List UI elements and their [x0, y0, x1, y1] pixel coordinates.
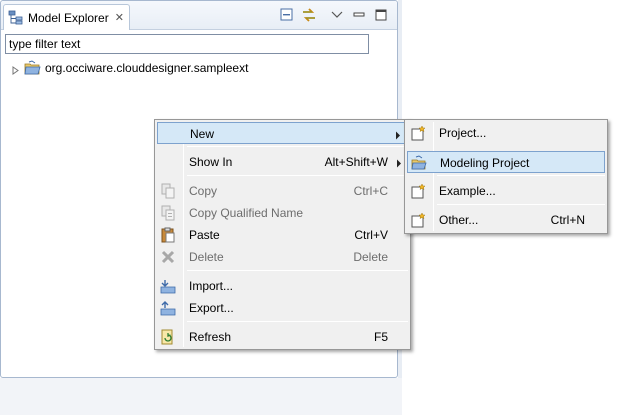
menu-item-label: Import... [189, 279, 234, 293]
menu-separator [187, 270, 408, 271]
menu-item-import[interactable]: Import... [157, 275, 408, 297]
menu-item-new[interactable]: New [157, 122, 408, 144]
menu-separator [187, 321, 408, 322]
menu-item-shortcut: Ctrl+V [354, 228, 388, 242]
new-submenu: Project... Modeling Project Example... O… [404, 119, 608, 234]
menu-item-show-in[interactable]: Show In Alt+Shift+W [157, 151, 408, 173]
menu-item-label: New [190, 127, 215, 141]
menu-item-modeling-project[interactable]: Modeling Project [407, 151, 605, 173]
menu-item-label: Copy [189, 184, 218, 198]
menu-separator [437, 175, 605, 176]
menu-item-shortcut: Delete [353, 250, 388, 264]
copy-qualified-name-icon [160, 205, 176, 221]
menu-item-label: Other... [439, 213, 479, 227]
menu-item-label: Example... [439, 184, 496, 198]
modeling-project-icon [411, 155, 427, 171]
menu-item-paste[interactable]: Paste Ctrl+V [157, 224, 408, 246]
menu-item-project[interactable]: Project... [407, 122, 605, 144]
view-menu-icon[interactable] [329, 7, 345, 23]
model-explorer-icon [8, 10, 24, 26]
minimize-icon[interactable] [351, 7, 367, 23]
refresh-icon [160, 329, 176, 345]
project-folder-icon [24, 60, 41, 76]
delete-icon [160, 249, 176, 265]
menu-item-export[interactable]: Export... [157, 297, 408, 319]
menu-item-shortcut: Alt+Shift+W [324, 155, 388, 169]
link-with-editor-icon[interactable] [301, 7, 317, 23]
paste-icon [160, 227, 176, 243]
menu-item-delete[interactable]: Delete Delete [157, 246, 408, 268]
collapse-all-icon[interactable] [279, 7, 295, 23]
menu-item-label: Delete [189, 250, 224, 264]
filter-input[interactable] [5, 34, 369, 54]
menu-separator [187, 146, 408, 147]
menu-item-label: Copy Qualified Name [189, 206, 304, 220]
submenu-arrow-icon [395, 129, 401, 140]
menu-item-label: Project... [439, 126, 487, 140]
menu-separator [437, 204, 605, 205]
new-example-icon [410, 183, 426, 199]
expand-arrow-icon[interactable] [11, 64, 20, 75]
menu-item-refresh[interactable]: Refresh F5 [157, 326, 408, 348]
menu-item-shortcut: F5 [373, 330, 388, 344]
tab-title: Model Explorer [28, 10, 109, 25]
menu-item-label: Modeling Project [440, 156, 530, 170]
menu-item-label: Show In [189, 155, 233, 169]
menu-item-label: Paste [189, 228, 220, 242]
menu-item-copy-qualified-name[interactable]: Copy Qualified Name [157, 202, 408, 224]
import-icon [160, 278, 176, 294]
view-bottom-area [0, 378, 402, 415]
menu-item-label: Export... [189, 301, 234, 315]
view-toolbar [273, 7, 389, 23]
menu-item-example[interactable]: Example... [407, 180, 605, 202]
menu-item-shortcut: Ctrl+C [353, 184, 388, 198]
context-menu: New Show In Alt+Shift+W Copy Ctrl+C Copy… [154, 119, 411, 350]
maximize-icon[interactable] [373, 7, 389, 23]
tab-model-explorer[interactable]: Model Explorer ✕ [3, 4, 130, 30]
new-other-icon [410, 212, 426, 228]
tree-item[interactable]: org.occiware.clouddesigner.sampleext [11, 59, 248, 77]
tree-item-label: org.occiware.clouddesigner.sampleext [45, 61, 249, 75]
submenu-arrow-icon [396, 157, 402, 168]
menu-item-copy[interactable]: Copy Ctrl+C [157, 180, 408, 202]
menu-item-other[interactable]: Other... Ctrl+N [407, 209, 605, 231]
close-icon[interactable]: ✕ [115, 11, 124, 24]
copy-icon [160, 183, 176, 199]
view-tab-bar: Model Explorer ✕ [1, 1, 397, 30]
menu-item-shortcut: Ctrl+N [550, 213, 585, 227]
menu-separator [187, 175, 408, 176]
new-project-icon [410, 125, 426, 141]
menu-item-label: Refresh [189, 330, 232, 344]
export-icon [160, 300, 176, 316]
